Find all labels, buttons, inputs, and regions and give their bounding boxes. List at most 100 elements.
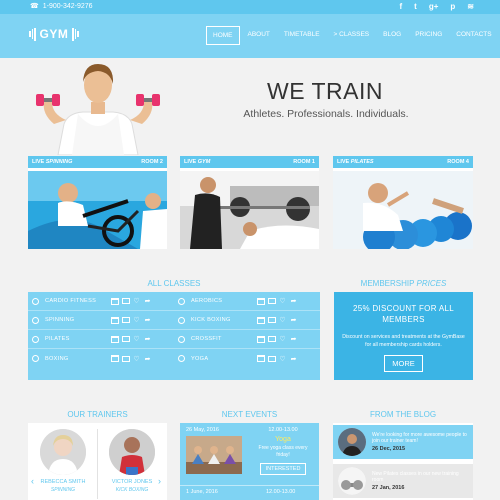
mail-icon[interactable] bbox=[266, 317, 277, 323]
nav-home[interactable]: HOME bbox=[206, 26, 240, 45]
calendar-icon[interactable] bbox=[255, 335, 266, 343]
nav-timetable[interactable]: TIMETABLE bbox=[278, 26, 326, 45]
twitter-icon[interactable]: t bbox=[414, 2, 417, 11]
blog-thumbnail bbox=[338, 467, 366, 495]
chevron-right-icon[interactable]: › bbox=[158, 476, 161, 486]
pilates-photo bbox=[333, 171, 473, 249]
facebook-icon[interactable]: f bbox=[400, 2, 403, 11]
class-cell[interactable]: KICK BOXING ♡ ➦ bbox=[174, 316, 320, 324]
class-cell[interactable]: BOXING ♡ ➦ bbox=[28, 355, 174, 363]
heart-icon[interactable]: ♡ bbox=[131, 355, 142, 363]
class-cell[interactable]: CARDIO FITNESS ♡ ➦ bbox=[28, 297, 174, 305]
membership-section-title: MEMBERSHIP PRICES bbox=[334, 279, 473, 288]
blog-section-title: FROM THE BLOG bbox=[369, 410, 437, 419]
interested-button[interactable]: INTERESTED bbox=[259, 463, 307, 475]
nav-classes[interactable]: > CLASSES bbox=[328, 26, 376, 45]
class-cell[interactable]: CROSSFIT ♡ ➦ bbox=[174, 335, 320, 343]
membership-title-italic: PRICES bbox=[416, 279, 447, 288]
mail-icon[interactable] bbox=[120, 336, 131, 342]
heart-icon[interactable]: ♡ bbox=[131, 297, 142, 305]
mail-icon[interactable] bbox=[120, 298, 131, 304]
trainers-carousel: REBECCA SMITH SPINNING VICTOR JONES KICK… bbox=[28, 423, 167, 500]
trainer-name: REBECCA SMITH bbox=[40, 479, 86, 485]
class-name: CARDIO FITNESS bbox=[45, 298, 97, 304]
mail-icon[interactable] bbox=[120, 355, 131, 362]
class-name: BOXING bbox=[45, 355, 69, 362]
divider bbox=[97, 429, 98, 499]
googleplus-icon[interactable]: g+ bbox=[429, 2, 439, 11]
clock-icon bbox=[178, 316, 185, 324]
clock-icon bbox=[32, 335, 39, 343]
classes-table: CARDIO FITNESS ♡ ➦ AEROBICS ♡ ➦ SPINNING… bbox=[28, 292, 320, 380]
class-cell[interactable]: YOGA ♡ ➦ bbox=[174, 355, 320, 363]
clock-icon bbox=[32, 355, 39, 362]
share-icon[interactable]: ➦ bbox=[142, 316, 153, 324]
heart-icon[interactable]: ♡ bbox=[131, 316, 142, 324]
trainer-card[interactable]: VICTOR JONES KICK BOXING bbox=[102, 429, 162, 493]
chevron-left-icon[interactable]: ‹ bbox=[31, 476, 34, 486]
pinterest-icon[interactable]: p bbox=[450, 2, 455, 11]
live-room: ROOM 1 bbox=[293, 159, 315, 165]
live-prefix: LIVE bbox=[184, 159, 197, 165]
calendar-icon[interactable] bbox=[109, 316, 120, 324]
table-row: BOXING ♡ ➦ YOGA ♡ ➦ bbox=[28, 349, 320, 368]
rss-icon[interactable]: ≋ bbox=[467, 2, 474, 11]
live-card-gym[interactable]: LIVE GYM ROOM 1 bbox=[180, 156, 319, 249]
nav-about[interactable]: ABOUT bbox=[242, 26, 276, 45]
event-time: 12.00-13.00 bbox=[268, 427, 298, 433]
live-prefix: LIVE bbox=[32, 159, 45, 165]
calendar-icon[interactable] bbox=[255, 355, 266, 362]
gym-photo bbox=[180, 171, 319, 249]
live-card-pilates[interactable]: LIVE PILATES ROOM 4 bbox=[333, 156, 473, 249]
share-icon[interactable]: ➦ bbox=[288, 335, 299, 343]
site-logo[interactable]: GYM bbox=[29, 27, 79, 41]
share-icon[interactable]: ➦ bbox=[288, 316, 299, 324]
trainer-card[interactable]: REBECCA SMITH SPINNING bbox=[33, 429, 93, 493]
class-cell[interactable]: PILATES ♡ ➦ bbox=[28, 335, 174, 343]
event-description: Free yoga class every friday! bbox=[258, 445, 308, 458]
mail-icon[interactable] bbox=[266, 298, 277, 304]
clock-icon bbox=[178, 335, 185, 343]
heart-icon[interactable]: ♡ bbox=[131, 335, 142, 343]
share-icon[interactable]: ➦ bbox=[288, 297, 299, 305]
nav-pricing[interactable]: PRICING bbox=[409, 26, 448, 45]
heart-icon[interactable]: ♡ bbox=[277, 355, 288, 363]
clock-icon bbox=[32, 316, 39, 324]
class-cell[interactable]: AEROBICS ♡ ➦ bbox=[174, 297, 320, 305]
event-details: 12.00-13.00 Yoga Free yoga class every f… bbox=[252, 427, 314, 475]
mail-icon[interactable] bbox=[266, 355, 277, 362]
class-name: PILATES bbox=[45, 336, 70, 342]
blog-post[interactable]: We're looking for more awesome people to… bbox=[333, 425, 473, 459]
share-icon[interactable]: ➦ bbox=[142, 355, 153, 363]
calendar-icon[interactable] bbox=[109, 355, 120, 362]
calendar-icon[interactable] bbox=[255, 316, 266, 324]
live-class-name: SPINNING bbox=[45, 159, 73, 165]
main-menu: HOME ABOUT TIMETABLE > CLASSES BLOG PRIC… bbox=[206, 26, 500, 45]
membership-panel: 25% DISCOUNT FOR ALL MEMBERS Discount on… bbox=[334, 292, 473, 380]
event-item[interactable]: 26 May, 2016 bbox=[186, 427, 248, 480]
more-button[interactable]: MORE bbox=[384, 355, 423, 372]
nav-contacts[interactable]: CONTACTS bbox=[450, 26, 497, 45]
class-cell[interactable]: SPINNING ♡ ➦ bbox=[28, 316, 174, 324]
calendar-icon[interactable] bbox=[109, 297, 120, 305]
share-icon[interactable]: ➦ bbox=[142, 335, 153, 343]
live-card-header: LIVE GYM ROOM 1 bbox=[180, 156, 319, 168]
clock-icon bbox=[178, 355, 185, 362]
heart-icon[interactable]: ♡ bbox=[277, 335, 288, 343]
phone-contact[interactable]: ☎ 1-900-342-9276 bbox=[30, 2, 93, 11]
calendar-icon[interactable] bbox=[255, 297, 266, 305]
hero-image bbox=[28, 58, 168, 155]
share-icon[interactable]: ➦ bbox=[288, 355, 299, 363]
mail-icon[interactable] bbox=[120, 317, 131, 323]
mail-icon[interactable] bbox=[266, 336, 277, 342]
share-icon[interactable]: ➦ bbox=[142, 297, 153, 305]
calendar-icon[interactable] bbox=[109, 335, 120, 343]
live-card-header: LIVE SPINNING ROOM 2 bbox=[28, 156, 167, 168]
event-title: Yoga bbox=[275, 436, 291, 443]
blog-post[interactable]: New Pilates classes in our new training … bbox=[333, 464, 473, 498]
nav-blog[interactable]: BLOG bbox=[377, 26, 407, 45]
heart-icon[interactable]: ♡ bbox=[277, 297, 288, 305]
live-room: ROOM 4 bbox=[447, 159, 469, 165]
live-card-spinning[interactable]: LIVE SPINNING ROOM 2 bbox=[28, 156, 167, 249]
heart-icon[interactable]: ♡ bbox=[277, 316, 288, 324]
